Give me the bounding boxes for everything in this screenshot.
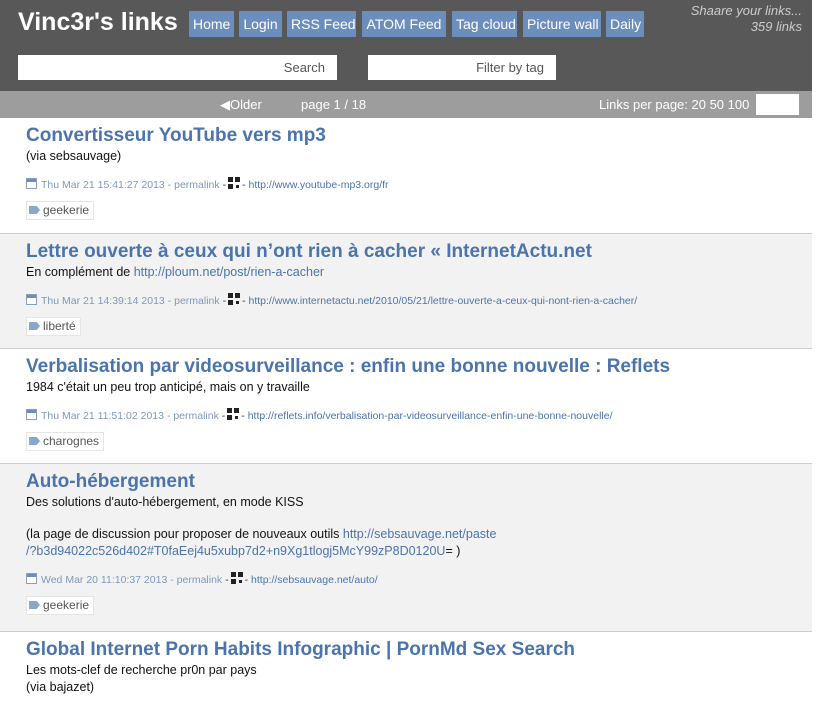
link-url[interactable]: http://sebsauvage.net/auto/ xyxy=(251,574,378,586)
tag-filter-input[interactable]: Filter by tag xyxy=(368,55,556,80)
desc-link[interactable]: http://sebsauvage.net/paste xyxy=(343,527,497,541)
links-per-page[interactable]: Links per page: 20 50 100 xyxy=(599,97,749,112)
link-description: Des solutions d'auto-hébergement, en mod… xyxy=(26,495,304,509)
link-item: Convertisseur YouTube vers mp3 (via sebs… xyxy=(0,118,812,234)
nav-login[interactable]: Login xyxy=(239,11,282,37)
link-item: Verbalisation par videosurveillance : en… xyxy=(0,349,812,464)
link-title[interactable]: Lettre ouverte à ceux qui n’ont rien à c… xyxy=(26,234,812,264)
calendar-icon xyxy=(26,178,37,189)
link-meta: Thu Mar 21 15:41:27 2013 - permalink -- … xyxy=(26,177,812,193)
desc-text: (la page de discussion pour proposer de … xyxy=(26,527,343,541)
link-item: Global Internet Porn Habits Infographic … xyxy=(0,632,812,712)
page-number: page 1 / 18 xyxy=(301,97,367,112)
header: Vinc3r's links Home Login RSS Feed ATOM … xyxy=(0,0,812,91)
nav-home[interactable]: Home xyxy=(189,11,234,37)
search-input[interactable]: Search xyxy=(18,55,337,80)
tag[interactable]: geekerie xyxy=(26,596,95,615)
calendar-icon xyxy=(26,409,37,420)
link-description: Les mots-clef de recherche pr0n par pays xyxy=(26,663,257,677)
tag[interactable]: liberté xyxy=(26,317,81,336)
link-url[interactable]: http://reflets.info/verbalisation-par-vi… xyxy=(248,410,613,422)
desc-text: En complément de xyxy=(26,265,134,279)
link-item: Lettre ouverte à ceux qui n’ont rien à c… xyxy=(0,234,812,349)
desc-link[interactable]: http://ploum.net/post/rien-a-cacher xyxy=(134,265,324,279)
link-title[interactable]: Auto-hébergement xyxy=(26,464,812,494)
link-url[interactable]: http://www.youtube-mp3.org/fr xyxy=(248,179,388,191)
tag-label: geekerie xyxy=(43,598,90,612)
permalink[interactable]: permalink xyxy=(173,410,219,422)
desc-link-cont[interactable]: /?b3d94022c526d402#T0faEej4u5xubp7d2+n9X… xyxy=(26,544,445,558)
permalink[interactable]: permalink xyxy=(177,574,223,586)
link-title[interactable]: Verbalisation par videosurveillance : en… xyxy=(26,349,812,379)
tag-icon xyxy=(29,322,40,330)
tag-icon xyxy=(29,437,40,445)
tag-label: geekerie xyxy=(43,203,90,217)
tagline: Shaare your links... 359 links xyxy=(691,3,802,35)
older-link[interactable]: ◀Older xyxy=(220,97,262,113)
site-title[interactable]: Vinc3r's links xyxy=(18,8,178,37)
tag-label: liberté xyxy=(43,319,76,333)
link-list: Convertisseur YouTube vers mp3 (via sebs… xyxy=(0,118,812,712)
paging-bar: ◀Older page 1 / 18 Links per page: 20 50… xyxy=(0,91,812,118)
link-title[interactable]: Global Internet Porn Habits Infographic … xyxy=(26,632,812,662)
tag[interactable]: charognes xyxy=(26,432,105,451)
link-meta: Wed Mar 20 11:10:37 2013 - permalink -- … xyxy=(26,572,812,588)
link-date: Thu Mar 21 11:51:02 2013 xyxy=(41,410,164,422)
nav-picture-wall[interactable]: Picture wall xyxy=(523,11,601,37)
link-date: Wed Mar 20 11:10:37 2013 xyxy=(41,574,168,586)
qrcode-icon[interactable] xyxy=(228,293,241,305)
tag-icon xyxy=(29,601,40,609)
link-description: En complément de http://ploum.net/post/r… xyxy=(26,264,812,281)
link-description: 1984 c'était un peu trop anticipé, mais … xyxy=(26,380,310,394)
nav-daily[interactable]: Daily xyxy=(606,11,644,37)
nav-tag-cloud[interactable]: Tag cloud xyxy=(452,11,517,37)
calendar-icon xyxy=(26,294,37,305)
permalink[interactable]: permalink xyxy=(174,179,220,191)
link-date: Thu Mar 21 14:39:14 2013 xyxy=(41,295,165,307)
tag-icon xyxy=(29,206,40,214)
link-description: (via sebsauvage) xyxy=(26,149,122,163)
nav-rss-feed[interactable]: RSS Feed xyxy=(287,11,356,37)
link-description-extra: (la page de discussion pour proposer de … xyxy=(26,526,812,560)
link-date: Thu Mar 21 15:41:27 2013 xyxy=(41,179,165,191)
tag-label: charognes xyxy=(43,434,100,448)
desc-suffix: = ) xyxy=(445,544,461,558)
link-meta: Thu Mar 21 11:51:02 2013 - permalink -- … xyxy=(26,408,812,424)
permalink[interactable]: permalink xyxy=(174,295,220,307)
link-item: Auto-hébergement Des solutions d'auto-hé… xyxy=(0,464,812,632)
link-title[interactable]: Convertisseur YouTube vers mp3 xyxy=(26,118,812,148)
qrcode-icon[interactable] xyxy=(228,177,241,189)
link-count: 359 links xyxy=(750,19,802,34)
link-meta: Thu Mar 21 14:39:14 2013 - permalink -- … xyxy=(26,293,812,309)
calendar-icon xyxy=(26,573,37,584)
tag[interactable]: geekerie xyxy=(26,201,95,220)
tagline-text: Shaare your links... xyxy=(690,3,802,18)
nav-atom-feed[interactable]: ATOM Feed xyxy=(362,11,446,37)
links-per-page-input[interactable] xyxy=(756,94,799,115)
qrcode-icon[interactable] xyxy=(227,408,240,420)
link-url[interactable]: http://www.internetactu.net/2010/05/21/l… xyxy=(248,295,637,307)
qrcode-icon[interactable] xyxy=(230,572,243,584)
link-description-extra: (via bajazet) xyxy=(26,680,95,694)
